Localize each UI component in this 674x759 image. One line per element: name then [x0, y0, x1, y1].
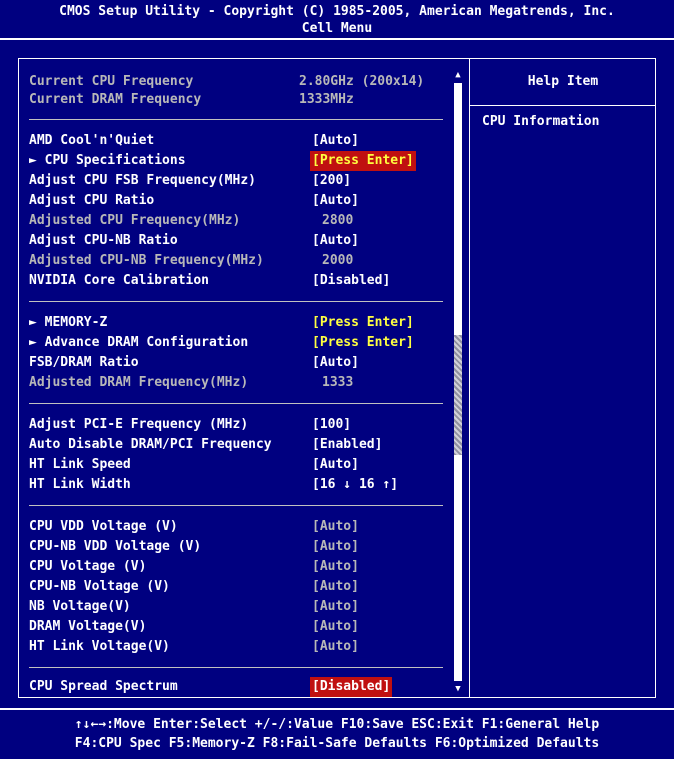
- setting-label: FSB/DRAM Ratio: [29, 355, 139, 370]
- setting-value[interactable]: [200]: [312, 171, 351, 191]
- key-legend-line: F4:CPU Spec F5:Memory-Z F8:Fail-Safe Def…: [74, 736, 600, 751]
- setting-label: Auto Disable DRAM/PCI Frequency: [29, 437, 272, 452]
- submenu-enter-selected[interactable]: [Press Enter]: [310, 151, 416, 171]
- setting-label: HT Link Width: [29, 477, 131, 492]
- voltage-label: CPU Voltage (V): [29, 559, 147, 574]
- setting-value[interactable]: [Disabled]: [310, 677, 393, 697]
- help-panel: Help Item CPU Information: [469, 59, 656, 697]
- readonly-label: Adjusted CPU-NB Frequency(MHz): [29, 253, 264, 268]
- help-title: Help Item: [470, 59, 656, 106]
- scroll-down-icon[interactable]: ▼: [453, 683, 463, 695]
- scrollbar[interactable]: ▲ ▼: [453, 69, 463, 695]
- voltage-label: NB Voltage(V): [29, 599, 131, 614]
- scroll-thumb[interactable]: [454, 335, 462, 455]
- setting-label: NVIDIA Core Calibration: [29, 273, 210, 288]
- readonly-value: 2800: [322, 213, 354, 228]
- info-value: 2.80GHz (200x14): [299, 74, 425, 89]
- submenu-label: ► MEMORY-Z: [29, 315, 108, 330]
- settings-frame: Current CPU Frequency 2.80GHz (200x14) C…: [18, 58, 656, 698]
- divider: [29, 505, 443, 506]
- setting-value[interactable]: [Auto]: [312, 191, 359, 211]
- voltage-value[interactable]: [Auto]: [312, 617, 359, 637]
- readonly-value: 1333: [322, 375, 354, 390]
- info-label: Current DRAM Frequency: [29, 92, 202, 107]
- setting-label: HT Link Speed: [29, 457, 131, 472]
- readonly-label: Adjusted DRAM Frequency(MHz): [29, 375, 249, 390]
- setting-value[interactable]: [Auto]: [312, 131, 359, 151]
- setting-value[interactable]: [100]: [312, 415, 351, 435]
- utility-title: CMOS Setup Utility - Copyright (C) 1985-…: [59, 4, 615, 19]
- voltage-value[interactable]: [Auto]: [312, 517, 359, 537]
- title-bar: CMOS Setup Utility - Copyright (C) 1985-…: [0, 0, 674, 40]
- submenu-enter[interactable]: [Press Enter]: [312, 333, 414, 353]
- setting-label: AMD Cool'n'Quiet: [29, 133, 155, 148]
- readonly-label: Adjusted CPU Frequency(MHz): [29, 213, 241, 228]
- setting-value[interactable]: [Enabled]: [312, 435, 382, 455]
- submenu-label: ► CPU Specifications: [29, 153, 186, 168]
- key-legend-line: ↑↓←→:Move Enter:Select +/-/:Value F10:Sa…: [74, 717, 600, 732]
- info-label: Current CPU Frequency: [29, 74, 194, 89]
- submenu-enter[interactable]: [Press Enter]: [312, 313, 414, 333]
- voltage-label: DRAM Voltage(V): [29, 619, 147, 634]
- setting-value[interactable]: [Auto]: [312, 353, 359, 373]
- setting-value[interactable]: [Disabled]: [312, 271, 390, 291]
- voltage-label: CPU VDD Voltage (V): [29, 519, 178, 534]
- voltage-label: CPU-NB Voltage (V): [29, 579, 170, 594]
- voltage-value[interactable]: [Auto]: [312, 537, 359, 557]
- setting-value[interactable]: [Auto]: [312, 455, 359, 475]
- divider: [29, 403, 443, 404]
- voltage-value[interactable]: [Auto]: [312, 597, 359, 617]
- setting-value[interactable]: [16 ↓ 16 ↑]: [312, 475, 398, 495]
- divider: [29, 301, 443, 302]
- readonly-value: 2000: [322, 253, 354, 268]
- settings-panel: Current CPU Frequency 2.80GHz (200x14) C…: [19, 59, 469, 697]
- voltage-label: HT Link Voltage(V): [29, 639, 170, 654]
- voltage-label: CPU-NB VDD Voltage (V): [29, 539, 202, 554]
- divider: [29, 667, 443, 668]
- voltage-value[interactable]: [Auto]: [312, 637, 359, 657]
- setting-label: Adjust CPU FSB Frequency(MHz): [29, 173, 256, 188]
- divider: [29, 119, 443, 120]
- voltage-value[interactable]: [Auto]: [312, 557, 359, 577]
- info-value: 1333MHz: [299, 92, 354, 107]
- setting-label: Adjust PCI-E Frequency (MHz): [29, 417, 249, 432]
- setting-value[interactable]: [Auto]: [312, 231, 359, 251]
- voltage-value[interactable]: [Auto]: [312, 577, 359, 597]
- scroll-up-icon[interactable]: ▲: [453, 69, 463, 81]
- help-text: CPU Information: [482, 114, 600, 129]
- menu-title: Cell Menu: [301, 21, 373, 36]
- setting-label: Adjust CPU Ratio: [29, 193, 155, 208]
- key-legend: ↑↓←→:Move Enter:Select +/-/:Value F10:Sa…: [0, 708, 674, 759]
- submenu-label: ► Advance DRAM Configuration: [29, 335, 249, 350]
- setting-label: Adjust CPU-NB Ratio: [29, 233, 178, 248]
- setting-label: CPU Spread Spectrum: [29, 679, 178, 694]
